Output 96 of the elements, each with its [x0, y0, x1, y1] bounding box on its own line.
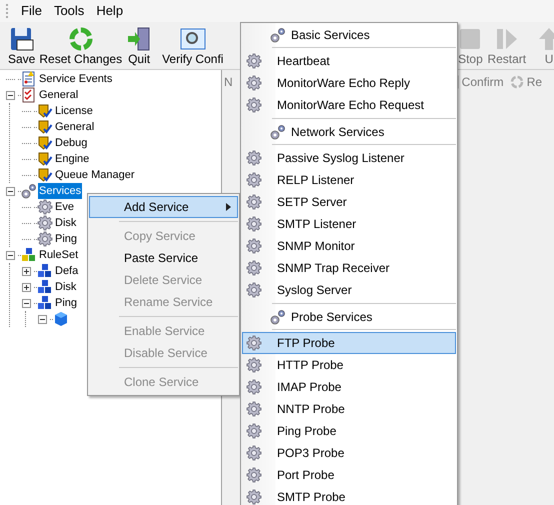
gear-icon: [246, 282, 262, 298]
gears-icon: [21, 183, 37, 199]
gear-icon: [246, 401, 262, 417]
shield-check-icon: [37, 119, 53, 135]
menu-item[interactable]: Passive Syslog Listener: [242, 147, 456, 169]
gear-icon: [37, 231, 53, 247]
tree-item[interactable]: Disk: [54, 215, 78, 231]
menu-item[interactable]: MonitorWare Echo Reply: [242, 72, 456, 94]
tree-item[interactable]: Ping: [54, 295, 78, 311]
refresh-icon: [510, 75, 524, 89]
menu-item[interactable]: SNMP Trap Receiver: [242, 257, 456, 279]
cube-icon: [53, 311, 69, 327]
gears-icon: [270, 26, 286, 42]
menu-item[interactable]: IMAP Probe: [242, 376, 456, 398]
gear-icon: [246, 260, 262, 276]
gear-icon: [246, 379, 262, 395]
gear-icon: [246, 150, 262, 166]
toolbar-button[interactable]: Quit: [124, 26, 154, 66]
expand-button[interactable]: [22, 266, 30, 276]
menu-item[interactable]: File: [15, 1, 48, 21]
gear-icon: [246, 489, 262, 505]
tree-item[interactable]: General: [54, 119, 96, 135]
collapse-button[interactable]: [22, 298, 30, 308]
menu-item[interactable]: Port Probe: [242, 464, 456, 486]
tree-item[interactable]: Ping: [54, 231, 78, 247]
gear-icon: [246, 216, 262, 232]
tree-item[interactable]: Queue Manager: [54, 167, 136, 183]
gear-icon: [246, 53, 262, 69]
shield-check-icon: [37, 167, 53, 183]
collapse-button[interactable]: [38, 314, 46, 324]
menu-item[interactable]: Syslog Server: [242, 279, 456, 301]
tree-item[interactable]: Engine: [54, 151, 90, 167]
search-window-icon: [180, 26, 206, 52]
shield-check-icon: [37, 135, 53, 151]
gear-icon: [246, 194, 262, 210]
collapse-button[interactable]: [6, 250, 14, 260]
toolbar-button[interactable]: Confirm: [462, 73, 504, 91]
tree-item[interactable]: Eve: [54, 199, 75, 215]
menu-item[interactable]: Add Service: [89, 196, 238, 218]
shield-check-icon: [37, 151, 53, 167]
tree-item[interactable]: Services: [38, 183, 82, 199]
toolbar-button[interactable]: N: [224, 73, 233, 91]
menu-item[interactable]: Paste Service: [89, 247, 238, 269]
gear-icon: [246, 97, 262, 113]
gear-icon: [246, 335, 262, 351]
tree-item[interactable]: Debug: [54, 135, 88, 151]
menu-item[interactable]: Help: [90, 1, 130, 21]
tree-item[interactable]: Disk: [54, 279, 78, 295]
menu-group-header: Probe Services: [291, 308, 372, 326]
gears-icon: [270, 124, 286, 140]
menu-item[interactable]: FTP Probe: [242, 332, 456, 354]
menu-item[interactable]: SMTP Probe: [242, 486, 456, 505]
checklist-icon: [21, 87, 37, 103]
menu-item[interactable]: Tools: [48, 1, 90, 21]
floppy-disk-icon: [8, 26, 35, 52]
exit-door-icon: [126, 26, 152, 52]
menu-item[interactable]: NNTP Probe: [242, 398, 456, 420]
toolbar-button[interactable]: Verify Confi: [160, 26, 226, 66]
blocks-icon: [37, 295, 53, 311]
menu-item[interactable]: HTTP Probe: [242, 354, 456, 376]
tree-item[interactable]: Defa: [54, 263, 80, 279]
menu-item[interactable]: Ping Probe: [242, 420, 456, 442]
tree-item[interactable]: RuleSet: [38, 247, 80, 263]
menu-item[interactable]: SNMP Monitor: [242, 235, 456, 257]
blocks-icon: [21, 247, 37, 263]
tree-item[interactable]: Service Events: [38, 71, 114, 87]
shield-check-icon: [37, 103, 53, 119]
tree-item[interactable]: License: [54, 103, 94, 119]
gear-icon: [246, 467, 262, 483]
menu-item[interactable]: MonitorWare Echo Request: [242, 94, 456, 116]
toolbar-button[interactable]: Save: [6, 26, 38, 66]
menu-item[interactable]: POP3 Probe: [242, 442, 456, 464]
collapse-button[interactable]: [6, 186, 14, 196]
gear-icon: [37, 215, 53, 231]
menu-group-header: Basic Services: [291, 26, 370, 44]
gear-icon: [246, 445, 262, 461]
gear-icon: [246, 357, 262, 373]
tree-item[interactable]: General: [38, 87, 80, 103]
collapse-button[interactable]: [6, 90, 14, 100]
menu-item[interactable]: Heartbeat: [242, 50, 456, 72]
menu-group-header: Network Services: [291, 124, 384, 140]
expand-button[interactable]: [22, 282, 30, 292]
menu-item[interactable]: RELP Listener: [242, 169, 456, 191]
menu-item[interactable]: SMTP Listener: [242, 213, 456, 235]
menu-item[interactable]: SETP Server: [242, 191, 456, 213]
gear-icon: [246, 172, 262, 188]
gear-icon: [246, 75, 262, 91]
toolbar-button[interactable]: Re: [526, 73, 542, 91]
refresh-icon: [68, 26, 94, 52]
blocks-icon: [37, 263, 53, 279]
gear-icon: [37, 199, 53, 215]
gear-icon: [246, 423, 262, 439]
gear-icon: [246, 238, 262, 254]
gears-icon: [270, 308, 286, 324]
toolbar-button[interactable]: Reset Changes: [37, 26, 124, 66]
blocks-icon: [37, 279, 53, 295]
